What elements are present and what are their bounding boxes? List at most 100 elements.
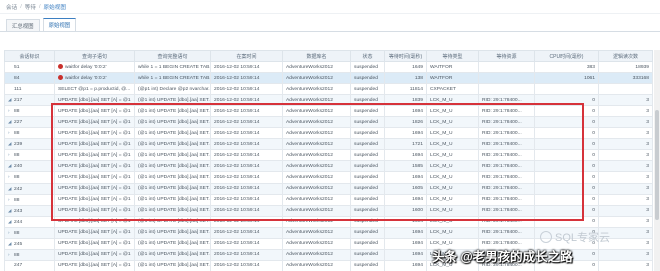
cell-time: 2016-12-02 10:59:14 — [210, 94, 283, 107]
table-row[interactable]: ◢ 242 UPDATE [dbo].[aa] SET [A] = @1 (@1 in… — [4, 182, 653, 195]
cell-status: suspended — [350, 237, 385, 250]
cell-text: AdventureWorks2012 — [286, 141, 333, 147]
column-header-database[interactable]: 数据库名 — [282, 50, 351, 62]
cell-session-id: 84 — [4, 72, 55, 85]
vertical-scrollbar[interactable] — [654, 50, 660, 271]
cell-full-statement: (@1 int) UPDATE [dbo].[aa] SET... — [134, 226, 211, 239]
session-id-text: 217 — [14, 98, 23, 104]
cell-wait-time: 1694 — [384, 226, 427, 239]
cell-text: waitfor delay '0:0:2' — [65, 75, 107, 81]
cell-text: RID: 29:1:78400... — [482, 219, 522, 225]
tab-summary-view[interactable]: 汇总视图 — [6, 19, 40, 31]
table-row[interactable]: ◢ 243 UPDATE [dbo].[aa] SET [A] = @1 (@1 in… — [4, 204, 653, 217]
cell-text: LCK_M_U — [430, 152, 453, 158]
cell-full-statement: while 1 = 1 BEGIN CREATE TAB... — [134, 60, 211, 74]
column-header-time[interactable]: 在案时间 — [210, 50, 283, 62]
table-row[interactable]: ◢ 227 UPDATE [dbo].[aa] SET [A] = @1 (@1 in… — [4, 116, 653, 129]
table-row[interactable]: ◢ 217 UPDATE [dbo].[aa] SET [A] = @1 (@1 in… — [4, 94, 653, 107]
cell-session-id: ◢ 245 — [4, 237, 55, 250]
cell-text: suspended — [354, 86, 378, 92]
cell-full-statement: (@1 int) UPDATE [dbo].[aa] SET... — [134, 160, 211, 173]
column-header-session-id[interactable]: 会话标识 — [4, 50, 55, 62]
cell-text: 3 — [646, 163, 649, 169]
cell-status: suspended — [350, 204, 385, 217]
tab-raw-view[interactable]: 原始视图 — [42, 18, 77, 31]
cell-text: 2016-12-02 10:59:14 — [214, 208, 260, 214]
column-header-wait-resource[interactable]: 等待资源 — [478, 50, 535, 62]
cell-logical-reads: 3 — [598, 259, 653, 271]
cell-text: 3 — [646, 252, 649, 258]
cell-wait-type: WAITFOR — [426, 72, 479, 85]
cell-sub-statement: UPDATE [dbo].[aa] SET [A] = @1 — [54, 149, 135, 162]
table-row[interactable]: ◢ 239 UPDATE [dbo].[aa] SET [A] = @1 (@1 in… — [4, 138, 653, 151]
cell-database: AdventureWorks2012 — [282, 182, 351, 195]
cell-text: 333168 — [632, 75, 649, 81]
column-header-wait-type[interactable]: 等待类型 — [426, 50, 479, 62]
cell-text: 1600 — [412, 208, 423, 214]
cell-wait-type: CXPACKET — [426, 83, 479, 96]
cell-sub-statement: UPDATE [dbo].[aa] SET [A] = @1 — [54, 193, 135, 206]
cell-wait-resource: RID: 29:1:78400... — [478, 226, 535, 239]
column-header-full-statement[interactable]: 查询完整语句 — [134, 50, 211, 62]
cell-wait-time: 1694 — [384, 171, 427, 184]
cell-text: UPDATE [dbo].[aa] SET [A] = @1 — [58, 219, 131, 225]
cell-logical-reads: 3 — [598, 182, 653, 195]
cell-status: suspended — [350, 248, 385, 261]
table-row[interactable]: ◢ 240 UPDATE [dbo].[aa] SET [A] = @1 (@1 in… — [4, 160, 653, 173]
cell-logical-reads: 3 — [598, 160, 653, 173]
table-row[interactable]: 84 waitfor delay '0:0:2' while 1 = 1 BEGIN… — [4, 72, 653, 85]
cell-wait-resource: RID: 29:1:78400... — [478, 182, 535, 195]
cell-wait-time: 1694 — [384, 215, 427, 228]
cell-text: RID: 29:1:78400... — [482, 97, 522, 103]
cell-text: while 1 = 1 BEGIN CREATE TAB... — [138, 75, 211, 81]
cell-text: UPDATE [dbo].[aa] SET [A] = @1 — [58, 230, 131, 236]
table-row[interactable]: › 88 UPDATE [dbo].[aa] SET [A] = @1 (@1 int… — [4, 127, 653, 140]
column-header-wait-time[interactable]: 等待时间(毫秒) — [384, 50, 427, 62]
table-row[interactable]: 111 SELECT @p1 = p.productid, @... (@p1 in… — [4, 83, 653, 96]
breadcrumb-item-session[interactable]: 会话 — [6, 3, 17, 11]
cell-time: 2016-12-02 10:59:14 — [210, 259, 283, 271]
cell-wait-type: LCK_M_U — [426, 215, 479, 228]
cell-logical-reads: 3 — [598, 127, 653, 140]
cell-wait-resource: RID: 29:1:78400... — [478, 171, 535, 184]
table-row[interactable]: › 88 UPDATE [dbo].[aa] SET [A] = @1 (@1 int… — [4, 171, 653, 184]
blocking-alert-icon — [58, 64, 63, 70]
table-row[interactable]: ◢ 244 UPDATE [dbo].[aa] SET [A] = @1 (@1 in… — [4, 215, 653, 228]
cell-database: AdventureWorks2012 — [282, 149, 351, 162]
session-id-text: 88 — [14, 131, 20, 137]
cell-text: RID: 29:1:78400... — [482, 208, 522, 214]
cell-database: AdventureWorks2012 — [282, 248, 351, 261]
session-id-text: 88 — [14, 109, 20, 115]
table-row[interactable]: › 88 UPDATE [dbo].[aa] SET [A] = @1 (@1 int… — [4, 105, 653, 118]
table-row[interactable]: 51 waitfor delay '0:0:2' while 1 = 1 BEGIN… — [4, 60, 653, 74]
cell-logical-reads: 3 — [598, 149, 653, 162]
cell-sub-statement: UPDATE [dbo].[aa] SET [A] = @1 — [54, 248, 135, 261]
table-row[interactable]: › 88 UPDATE [dbo].[aa] SET [A] = @1 (@1 int… — [4, 149, 653, 162]
cell-sub-statement: waitfor delay '0:0:2' — [54, 72, 135, 85]
cell-wait-resource: RID: 29:1:78400... — [478, 160, 535, 173]
cell-database: AdventureWorks2012 — [282, 204, 351, 217]
cell-text: suspended — [354, 75, 378, 81]
cell-time: 2016-12-02 10:59:14 — [210, 171, 283, 184]
column-header-cpu-time[interactable]: CPU时间(毫秒) — [534, 50, 599, 62]
cell-text: suspended — [354, 163, 378, 169]
cell-text: 3 — [646, 97, 649, 103]
cell-text: LCK_M_U — [430, 174, 453, 180]
cell-text: 1694 — [412, 252, 423, 258]
column-header-logical-reads[interactable]: 逻辑读次数 — [598, 50, 653, 62]
cell-status: suspended — [350, 226, 385, 239]
cell-text: suspended — [354, 97, 378, 103]
scrollbar-thumb[interactable] — [655, 110, 659, 220]
column-header-sub-statement[interactable]: 查询子语句 — [54, 50, 135, 62]
column-header-status[interactable]: 状态 — [350, 50, 385, 62]
cell-text: (@1 int) UPDATE [dbo].[aa] SET... — [138, 130, 211, 136]
breadcrumb-item-wait[interactable]: 等待 — [25, 3, 36, 11]
cell-cpu-time: 0 — [534, 171, 599, 184]
cell-text: 3 — [646, 130, 649, 136]
cell-full-statement: (@1 int) UPDATE [dbo].[aa] SET... — [134, 259, 211, 271]
cell-logical-reads: 3 — [598, 215, 653, 228]
cell-text: 2016-12-02 10:59:14 — [214, 263, 260, 269]
table-row[interactable]: › 88 UPDATE [dbo].[aa] SET [A] = @1 (@1 int… — [4, 193, 653, 206]
cell-sub-statement: waitfor delay '0:0:2' — [54, 60, 135, 74]
cell-text: (@1 int) UPDATE [dbo].[aa] SET... — [138, 174, 211, 180]
